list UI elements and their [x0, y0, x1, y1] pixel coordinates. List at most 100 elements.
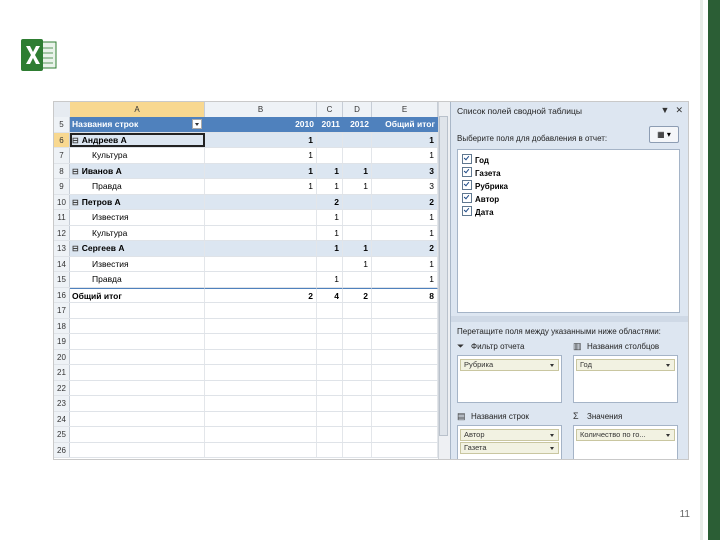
value-cell[interactable]: 8 [372, 287, 438, 302]
value-cell[interactable] [205, 272, 317, 287]
value-cell[interactable]: 1 [205, 132, 317, 147]
value-cell[interactable] [317, 132, 343, 147]
value-cell[interactable]: 1 [372, 132, 438, 147]
row-number[interactable]: 26 [54, 442, 70, 457]
value-cell[interactable] [205, 380, 317, 395]
value-cell[interactable]: 2 [372, 241, 438, 256]
row-labels-zone[interactable]: Автор Газета [457, 425, 562, 459]
value-cell[interactable] [317, 396, 343, 411]
value-cell[interactable] [317, 380, 343, 395]
value-cell[interactable] [343, 148, 372, 163]
collapse-icon[interactable]: ⊟ [72, 133, 79, 148]
select-all-corner[interactable] [54, 102, 71, 117]
row-labels-header[interactable]: Названия строк [70, 117, 205, 132]
row-label-cell[interactable]: ⊟ Петров А [70, 194, 205, 209]
header-cell-2012[interactable]: 2012 [343, 117, 372, 132]
value-cell[interactable] [372, 318, 438, 333]
value-cell[interactable] [317, 303, 343, 318]
values-zone[interactable]: Количество по го... [573, 425, 678, 459]
row-label-cell[interactable] [70, 334, 205, 349]
value-cell[interactable]: 4 [317, 287, 343, 302]
panel-menu-icon[interactable]: ▼ [661, 105, 670, 115]
row-number[interactable]: 16 [54, 287, 70, 302]
value-cell[interactable] [317, 411, 343, 426]
value-cell[interactable] [343, 303, 372, 318]
row-label-cell[interactable]: Известия [70, 256, 205, 271]
row-number[interactable]: 9 [54, 179, 70, 194]
row-number[interactable]: 6 [54, 132, 70, 147]
value-cell[interactable] [205, 396, 317, 411]
row-label-cell[interactable]: ⊟ Андреев А [70, 132, 205, 148]
value-cell[interactable] [343, 318, 372, 333]
row-number[interactable]: 22 [54, 380, 70, 395]
value-cell[interactable] [343, 194, 372, 209]
row-label-cell[interactable] [70, 303, 205, 318]
column-header-e[interactable]: E [372, 102, 438, 117]
filter-dropdown-icon[interactable] [192, 119, 202, 129]
value-cell[interactable] [317, 334, 343, 349]
row-number[interactable]: 18 [54, 318, 70, 333]
value-cell[interactable]: 1 [317, 241, 343, 256]
collapse-icon[interactable]: ⊟ [72, 241, 79, 256]
value-cell[interactable] [205, 256, 317, 271]
row-label-cell[interactable] [70, 318, 205, 333]
header-cell-grand-total[interactable]: Общий итог [372, 117, 438, 132]
value-cell[interactable]: 1 [205, 179, 317, 194]
field-item-year[interactable]: Год [462, 154, 489, 166]
row-number[interactable]: 15 [54, 272, 70, 287]
column-header-b[interactable]: B [205, 102, 317, 117]
row-number[interactable]: 7 [54, 148, 70, 163]
value-cell[interactable] [343, 427, 372, 442]
value-cell[interactable] [205, 365, 317, 380]
checkbox-checked-icon[interactable] [462, 193, 472, 203]
value-cell[interactable] [343, 334, 372, 349]
row-label-cell[interactable] [70, 349, 205, 364]
row-number[interactable]: 12 [54, 225, 70, 240]
value-cell[interactable] [343, 210, 372, 225]
filter-chip-category[interactable]: Рубрика [460, 359, 559, 371]
header-cell-2011[interactable]: 2011 [317, 117, 343, 132]
row-number[interactable]: 10 [54, 194, 70, 209]
checkbox-checked-icon[interactable] [462, 180, 472, 190]
row-label-cell[interactable]: Общий итог [70, 287, 205, 302]
value-cell[interactable] [372, 427, 438, 442]
row-chip-author[interactable]: Автор [460, 429, 559, 441]
value-cell[interactable]: 1 [205, 163, 317, 178]
row-number[interactable]: 23 [54, 396, 70, 411]
values-chip-count[interactable]: Количество по го... [576, 429, 675, 441]
value-cell[interactable]: 1 [372, 272, 438, 287]
value-cell[interactable] [372, 411, 438, 426]
column-chip-year[interactable]: Год [576, 359, 675, 371]
value-cell[interactable] [343, 349, 372, 364]
value-cell[interactable]: 1 [317, 210, 343, 225]
value-cell[interactable] [205, 411, 317, 426]
value-cell[interactable]: 2 [317, 194, 343, 209]
value-cell[interactable] [372, 442, 438, 457]
layout-options-button[interactable]: ▦ ▾ [649, 126, 679, 143]
row-number[interactable]: 5 [54, 117, 70, 132]
row-label-cell[interactable] [70, 396, 205, 411]
value-cell[interactable] [343, 272, 372, 287]
value-cell[interactable] [372, 396, 438, 411]
row-number[interactable]: 21 [54, 365, 70, 380]
row-label-cell[interactable] [70, 411, 205, 426]
value-cell[interactable]: 1 [317, 179, 343, 194]
value-cell[interactable] [317, 442, 343, 457]
row-label-cell[interactable]: Правда [70, 272, 205, 287]
value-cell[interactable] [205, 241, 317, 256]
close-icon[interactable]: ✕ [675, 105, 683, 115]
value-cell[interactable] [317, 427, 343, 442]
value-cell[interactable] [317, 148, 343, 163]
value-cell[interactable] [343, 396, 372, 411]
value-cell[interactable]: 1 [372, 225, 438, 240]
value-cell[interactable] [343, 442, 372, 457]
value-cell[interactable] [205, 349, 317, 364]
value-cell[interactable]: 3 [372, 163, 438, 178]
value-cell[interactable] [343, 380, 372, 395]
scrollbar-thumb[interactable] [439, 116, 448, 436]
value-cell[interactable] [372, 365, 438, 380]
value-cell[interactable]: 2 [372, 194, 438, 209]
row-label-cell[interactable]: Правда [70, 179, 205, 194]
value-cell[interactable] [205, 194, 317, 209]
value-cell[interactable] [372, 303, 438, 318]
